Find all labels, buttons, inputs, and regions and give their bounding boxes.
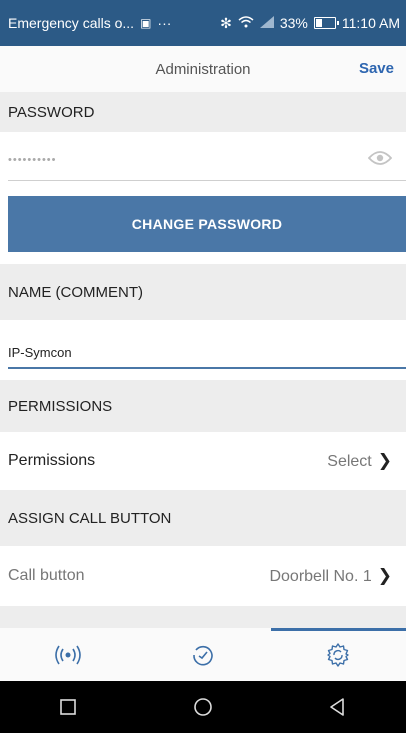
call-button-value: Doorbell No. 1 xyxy=(269,568,372,585)
more-notifications-icon: ··· xyxy=(157,15,172,31)
wifi-icon xyxy=(238,15,254,31)
permissions-value: Select xyxy=(327,453,372,470)
name-underline xyxy=(8,367,406,369)
section-name: NAME (COMMENT) xyxy=(0,264,406,320)
tab-settings[interactable] xyxy=(270,628,406,681)
save-button[interactable]: Save xyxy=(359,60,394,77)
back-icon[interactable] xyxy=(308,687,368,727)
call-button-select[interactable]: Doorbell No. 1 ❯ xyxy=(269,566,392,586)
battery-icon xyxy=(313,17,339,29)
section-permissions: PERMISSIONS xyxy=(0,380,406,432)
section-password: PASSWORD xyxy=(0,92,406,132)
status-left: Emergency calls o... ▣ ··· xyxy=(8,15,171,31)
home-icon[interactable] xyxy=(173,687,233,727)
call-button-label: Call button xyxy=(8,567,85,584)
chevron-right-icon: ❯ xyxy=(377,451,392,470)
battery-percent: 33% xyxy=(279,15,308,31)
notification-text: Emergency calls o... xyxy=(8,15,135,31)
password-underline xyxy=(8,180,406,181)
bottom-navigation xyxy=(0,628,406,681)
section-label-password: PASSWORD xyxy=(8,103,95,121)
permissions-label: Permissions xyxy=(8,452,96,469)
tab-broadcast[interactable] xyxy=(0,628,135,681)
section-label-permissions: PERMISSIONS xyxy=(8,397,113,415)
signal-icon xyxy=(259,15,274,31)
name-input[interactable]: IP-Symcon xyxy=(0,330,406,368)
tab-history[interactable] xyxy=(135,628,270,681)
call-button-row[interactable]: Call button Doorbell No. 1 ❯ xyxy=(0,546,406,606)
section-label-name: NAME (COMMENT) xyxy=(8,283,143,301)
broadcast-icon xyxy=(54,645,81,664)
status-bar: Emergency calls o... ▣ ··· ✻ 33% 11:10 A… xyxy=(0,0,406,46)
system-navigation-bar xyxy=(0,681,406,733)
recent-apps-icon[interactable] xyxy=(38,687,98,727)
section-call-button: ASSIGN CALL BUTTON xyxy=(0,490,406,546)
settings-gear-icon xyxy=(327,642,350,667)
history-icon xyxy=(193,645,213,665)
gallery-icon: ▣ xyxy=(140,16,152,30)
password-value: •••••••••• xyxy=(8,154,57,166)
bluetooth-icon: ✻ xyxy=(220,14,232,31)
password-field[interactable]: •••••••••• xyxy=(0,140,406,180)
page-title: Administration xyxy=(155,60,251,78)
clock: 11:10 AM xyxy=(341,15,400,31)
section-spacer xyxy=(0,606,406,628)
show-password-eye-icon[interactable] xyxy=(367,150,393,171)
status-right: ✻ 33% 11:10 AM xyxy=(220,15,400,32)
permissions-select[interactable]: Select ❯ xyxy=(327,451,392,471)
app-bar: Administration Save xyxy=(0,46,406,92)
permissions-row[interactable]: Permissions Select ❯ xyxy=(0,432,406,490)
name-value: IP-Symcon xyxy=(8,344,72,360)
section-label-call-button: ASSIGN CALL BUTTON xyxy=(8,509,172,527)
change-password-button[interactable]: CHANGE PASSWORD xyxy=(8,196,406,252)
chevron-right-icon: ❯ xyxy=(377,566,392,585)
